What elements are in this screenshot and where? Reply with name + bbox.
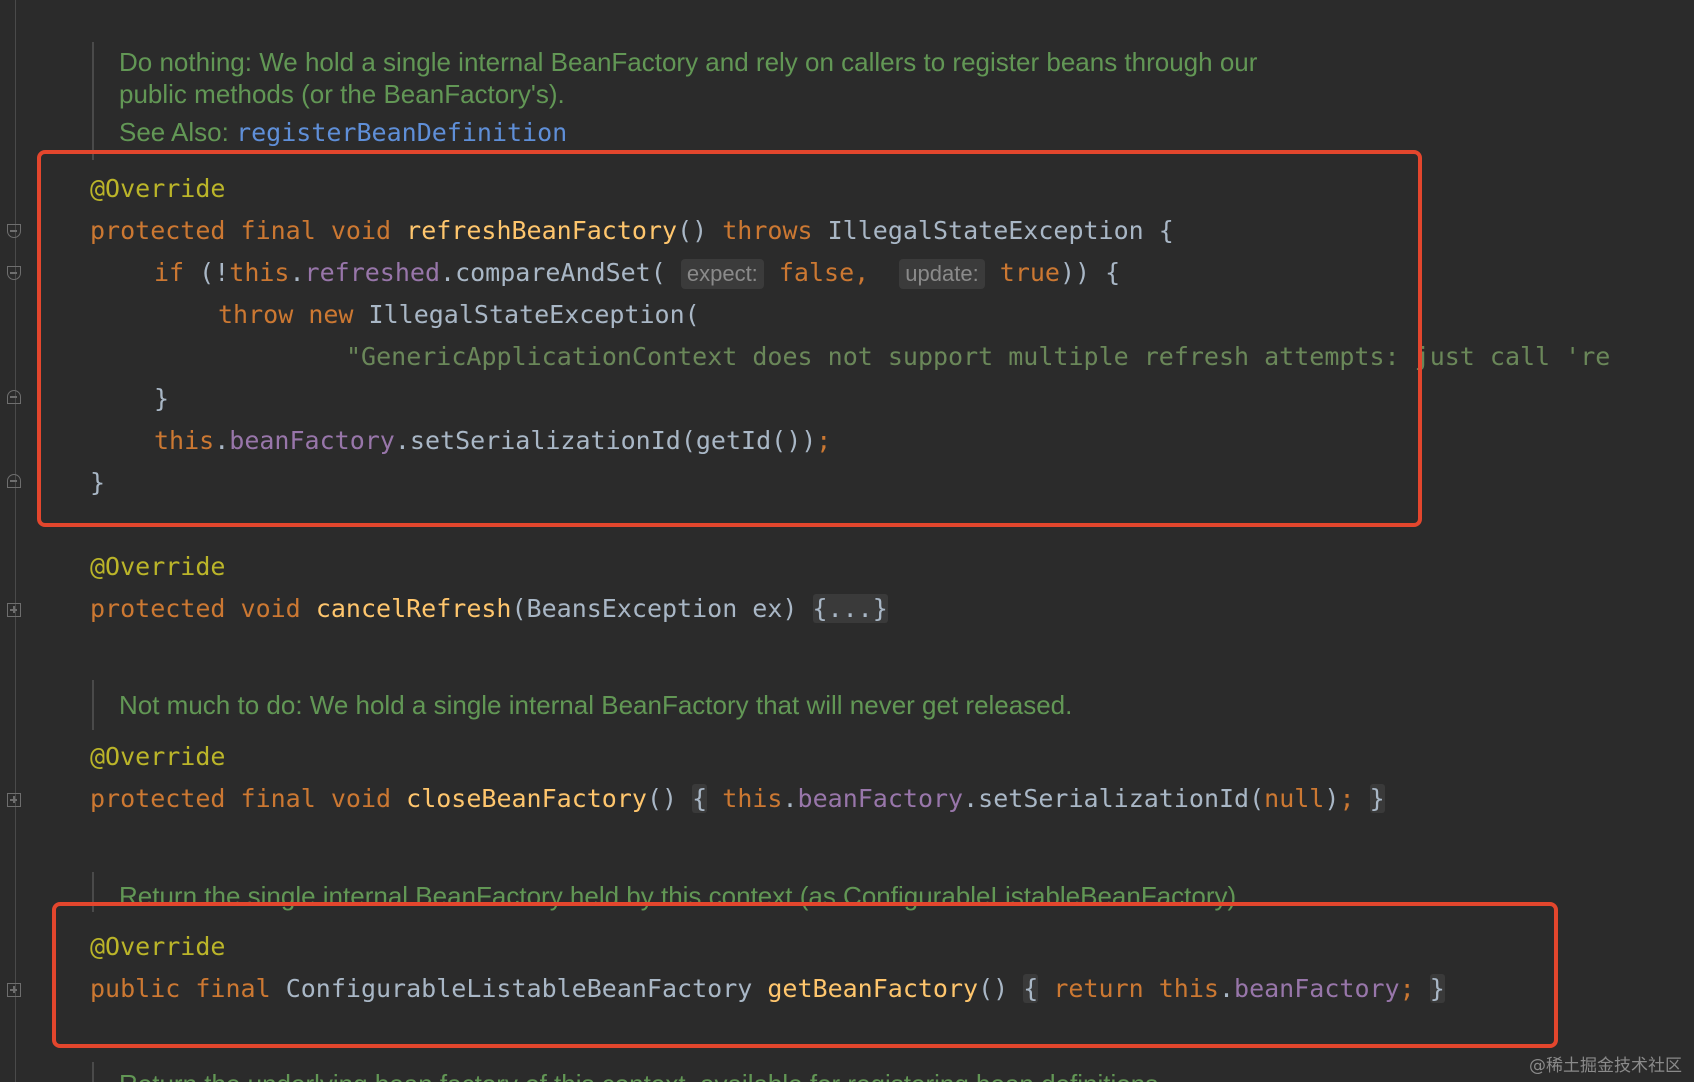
keyword: protected (90, 594, 226, 623)
folded-code-block[interactable]: {...} (812, 594, 888, 623)
fold-end-if-block[interactable] (7, 390, 21, 404)
doc-line: Do nothing: We hold a single internal Be… (119, 47, 1258, 77)
doc-line: Not much to do: We hold a single interna… (119, 690, 1073, 720)
code-line: @Override (90, 550, 225, 584)
parens: () (646, 784, 678, 813)
punct: ; (1339, 784, 1355, 813)
annotation: @Override (90, 742, 226, 771)
doc-line: public methods (or the BeanFactory's). (119, 79, 565, 109)
method-call[interactable]: .setSerializationId( (963, 784, 1264, 813)
method-name[interactable]: closeBeanFactory (406, 784, 647, 813)
folded-brace[interactable]: } (1369, 784, 1385, 813)
keyword: null (1264, 784, 1325, 813)
highlight-box-refresh (37, 150, 1422, 527)
see-also-label: See Also: (119, 117, 237, 147)
code-line: protected final void closeBeanFactory() … (90, 782, 1385, 816)
doc-comment-refresh: Do nothing: We hold a single internal Be… (92, 42, 1257, 160)
method-name[interactable]: cancelRefresh (316, 594, 512, 623)
code-line: protected void cancelRefresh(BeansExcept… (90, 592, 888, 626)
keyword: protected (90, 784, 226, 813)
doc-line: Return the underlying bean factory of th… (119, 1068, 1165, 1082)
keyword: this (722, 784, 783, 813)
keyword: final (240, 784, 316, 813)
see-also-link[interactable]: registerBeanDefinition (236, 118, 567, 147)
code-line: @Override (90, 740, 225, 774)
highlight-box-get (52, 902, 1558, 1048)
watermark: @稀土掘金技术社区 (1529, 1056, 1682, 1076)
folded-brace[interactable]: { (692, 784, 708, 813)
fold-toggle-if-block[interactable] (7, 266, 21, 280)
editor-gutter (0, 0, 24, 1082)
expand-get-bean-factory-icon[interactable] (7, 983, 21, 997)
doc-comment-close: Not much to do: We hold a single interna… (92, 680, 1072, 730)
punct: ) (1324, 784, 1340, 813)
fold-toggle-refresh-method[interactable] (7, 224, 21, 238)
expand-cancel-refresh-icon[interactable] (7, 603, 21, 617)
field-name[interactable]: beanFactory (798, 784, 964, 813)
keyword: void (240, 594, 301, 623)
keyword: void (330, 784, 392, 813)
gutter-divider (15, 0, 16, 1082)
annotation: @Override (90, 552, 226, 581)
params: (BeansException ex) (511, 594, 798, 623)
fold-end-refresh-method[interactable] (7, 474, 21, 488)
punct: . (782, 784, 798, 813)
expand-close-bean-factory-icon[interactable] (7, 793, 21, 807)
doc-comment-bottom: Return the underlying bean factory of th… (92, 1062, 1165, 1082)
